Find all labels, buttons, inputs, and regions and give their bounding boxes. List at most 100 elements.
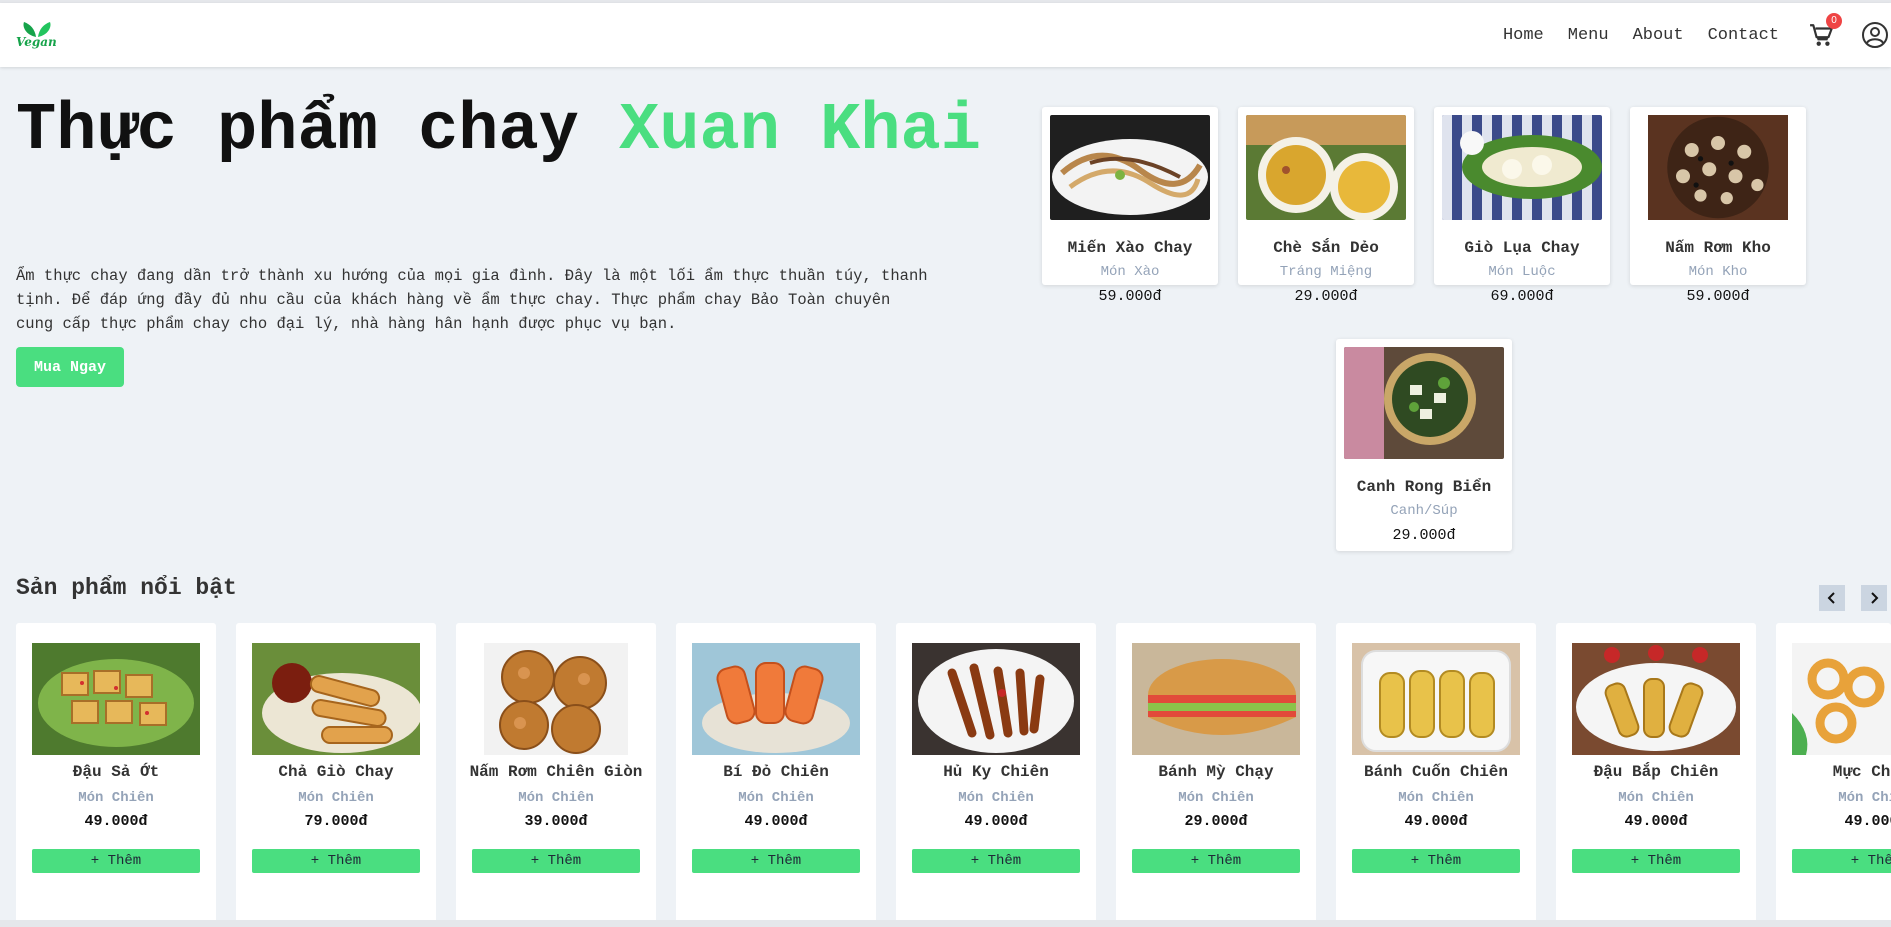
- product-card[interactable]: Hủ Ky Chiên Món Chiên 49.000đ + Thêm: [896, 623, 1096, 923]
- product-image: [1352, 643, 1520, 755]
- food-image: [1442, 115, 1602, 220]
- menu-item-category: Món Xào: [1100, 264, 1160, 280]
- product-info: Mực Chiên Món Chiên 49.000đ + Thêm: [1780, 758, 1891, 873]
- menu-card[interactable]: Miến Xào Chay Món Xào 59.000đ: [1042, 107, 1218, 305]
- food-image: [1344, 347, 1504, 459]
- add-to-cart-button[interactable]: + Thêm: [1792, 849, 1891, 873]
- product-price: 39.000đ: [524, 813, 588, 830]
- featured-section-title: Sản phẩm nổi bật: [16, 575, 237, 601]
- hero-title-accent: Xuan Khai: [619, 93, 981, 169]
- product-category: Món Chiên: [298, 790, 374, 806]
- logo-text: Vegan: [16, 35, 57, 49]
- hero-title-plain: Thực phẩm chay: [16, 93, 620, 169]
- user-account-icon[interactable]: [1861, 21, 1889, 49]
- menu-item-category: Tráng Miệng: [1279, 264, 1373, 280]
- product-card[interactable]: Bánh Mỳ Chạy Món Chiên 29.000đ + Thêm: [1116, 623, 1316, 923]
- menu-item-category: Món Luộc: [1488, 264, 1556, 280]
- product-info: Bí Đỏ Chiên Món Chiên 49.000đ + Thêm: [680, 758, 872, 873]
- product-category: Món Chiên: [1178, 790, 1254, 806]
- cart-button[interactable]: 0: [1809, 13, 1842, 48]
- add-to-cart-button[interactable]: + Thêm: [1132, 849, 1300, 873]
- product-image: [1572, 643, 1740, 755]
- menu-item-name: Nấm Rơm Kho: [1665, 239, 1771, 257]
- product-category: Món Chiên: [78, 790, 154, 806]
- product-name: Nấm Rơm Chiên Giòn: [469, 763, 643, 781]
- add-to-cart-button[interactable]: + Thêm: [472, 849, 640, 873]
- product-image: [1132, 643, 1300, 755]
- product-card[interactable]: Đậu Bắp Chiên Món Chiên 49.000đ + Thêm: [1556, 623, 1756, 923]
- food-image: [1246, 115, 1406, 220]
- nav-about[interactable]: About: [1633, 26, 1684, 45]
- nav-menu[interactable]: Menu: [1568, 26, 1609, 45]
- menu-item-name: Miến Xào Chay: [1067, 239, 1193, 257]
- product-category: Món Chiên: [738, 790, 814, 806]
- product-category: Món Chiên: [958, 790, 1034, 806]
- menu-item-price: 29.000đ: [1392, 527, 1456, 544]
- menu-item-category: Canh/Súp: [1390, 503, 1458, 519]
- product-image: [252, 643, 420, 755]
- product-category: Món Chiên: [1398, 790, 1474, 806]
- buy-now-button[interactable]: Mua Ngay: [16, 347, 124, 387]
- product-price: 79.000đ: [304, 813, 368, 830]
- product-price: 49.000đ: [1844, 813, 1891, 830]
- hero-description: Ẩm thực chay đang dần trở thành xu hướng…: [16, 267, 928, 333]
- product-info: Hủ Ky Chiên Món Chiên 49.000đ + Thêm: [900, 758, 1092, 873]
- chevron-left-icon: [1827, 592, 1835, 604]
- food-image: [1050, 115, 1210, 220]
- product-image: [912, 643, 1080, 755]
- add-to-cart-button[interactable]: + Thêm: [692, 849, 860, 873]
- hero-title: Thực phẩm chay Xuan Khai: [16, 95, 996, 167]
- product-category: Món Chiên: [1838, 790, 1891, 806]
- product-info: Bánh Mỳ Chạy Món Chiên 29.000đ + Thêm: [1120, 758, 1312, 873]
- product-card[interactable]: Bí Đỏ Chiên Món Chiên 49.000đ + Thêm: [676, 623, 876, 923]
- food-image: [1638, 115, 1798, 220]
- product-card[interactable]: Nấm Rơm Chiên Giòn Món Chiên 39.000đ + T…: [456, 623, 656, 923]
- product-info: Chả Giò Chay Món Chiên 79.000đ + Thêm: [240, 758, 432, 873]
- add-to-cart-button[interactable]: + Thêm: [32, 849, 200, 873]
- carousel-prev-button[interactable]: [1819, 585, 1845, 611]
- product-price: 29.000đ: [1184, 813, 1248, 830]
- add-to-cart-button[interactable]: + Thêm: [1352, 849, 1520, 873]
- menu-item-price: 59.000đ: [1686, 288, 1750, 305]
- product-card[interactable]: Đậu Sả Ớt Món Chiên 49.000đ + Thêm: [16, 623, 216, 923]
- product-name: Đậu Sả Ớt: [72, 763, 160, 781]
- product-info: Đậu Sả Ớt Món Chiên 49.000đ + Thêm: [20, 758, 212, 873]
- product-image: [1792, 643, 1891, 755]
- main-nav: Home Menu About Contact 0: [1503, 3, 1891, 67]
- menu-card[interactable]: Canh Rong Biển Canh/Súp 29.000đ: [1336, 339, 1512, 551]
- product-info: Đậu Bắp Chiên Món Chiên 49.000đ + Thêm: [1560, 758, 1752, 873]
- vegan-logo[interactable]: Vegan: [16, 21, 58, 51]
- product-name: Bánh Mỳ Chạy: [1158, 763, 1274, 781]
- product-price: 49.000đ: [1624, 813, 1688, 830]
- product-card[interactable]: Chả Giò Chay Món Chiên 79.000đ + Thêm: [236, 623, 436, 923]
- product-image: [484, 643, 628, 755]
- page-bottom-border: [0, 920, 1891, 927]
- product-name: Mực Chiên: [1832, 763, 1891, 781]
- product-name: Hủ Ky Chiên: [943, 763, 1049, 781]
- menu-item-name: Canh Rong Biển: [1356, 478, 1492, 496]
- add-to-cart-button[interactable]: + Thêm: [1572, 849, 1740, 873]
- product-name: Đậu Bắp Chiên: [1593, 763, 1719, 781]
- menu-card[interactable]: Nấm Rơm Kho Món Kho 59.000đ: [1630, 107, 1806, 305]
- add-to-cart-button[interactable]: + Thêm: [252, 849, 420, 873]
- menu-item-name: Chè Sắn Dẻo: [1273, 239, 1379, 257]
- product-card[interactable]: Mực Chiên Món Chiên 49.000đ + Thêm: [1776, 623, 1891, 923]
- product-card[interactable]: Bánh Cuốn Chiên Món Chiên 49.000đ + Thêm: [1336, 623, 1536, 923]
- product-name: Bí Đỏ Chiên: [723, 763, 829, 781]
- product-info: Nấm Rơm Chiên Giòn Món Chiên 39.000đ + T…: [460, 758, 652, 873]
- carousel-next-button[interactable]: [1861, 585, 1887, 611]
- menu-item-category: Món Kho: [1688, 264, 1748, 280]
- add-to-cart-button[interactable]: + Thêm: [912, 849, 1080, 873]
- product-category: Món Chiên: [518, 790, 594, 806]
- nav-contact[interactable]: Contact: [1708, 26, 1779, 45]
- product-price: 49.000đ: [744, 813, 808, 830]
- product-image: [32, 643, 200, 755]
- product-image: [692, 643, 860, 755]
- product-category: Món Chiên: [1618, 790, 1694, 806]
- menu-item-name: Giò Lụa Chay: [1464, 239, 1580, 257]
- menu-card[interactable]: Chè Sắn Dẻo Tráng Miệng 29.000đ: [1238, 107, 1414, 305]
- nav-home[interactable]: Home: [1503, 26, 1544, 45]
- menu-card[interactable]: Giò Lụa Chay Món Luộc 69.000đ: [1434, 107, 1610, 305]
- menu-item-price: 29.000đ: [1294, 288, 1358, 305]
- product-name: Chả Giò Chay: [278, 763, 394, 781]
